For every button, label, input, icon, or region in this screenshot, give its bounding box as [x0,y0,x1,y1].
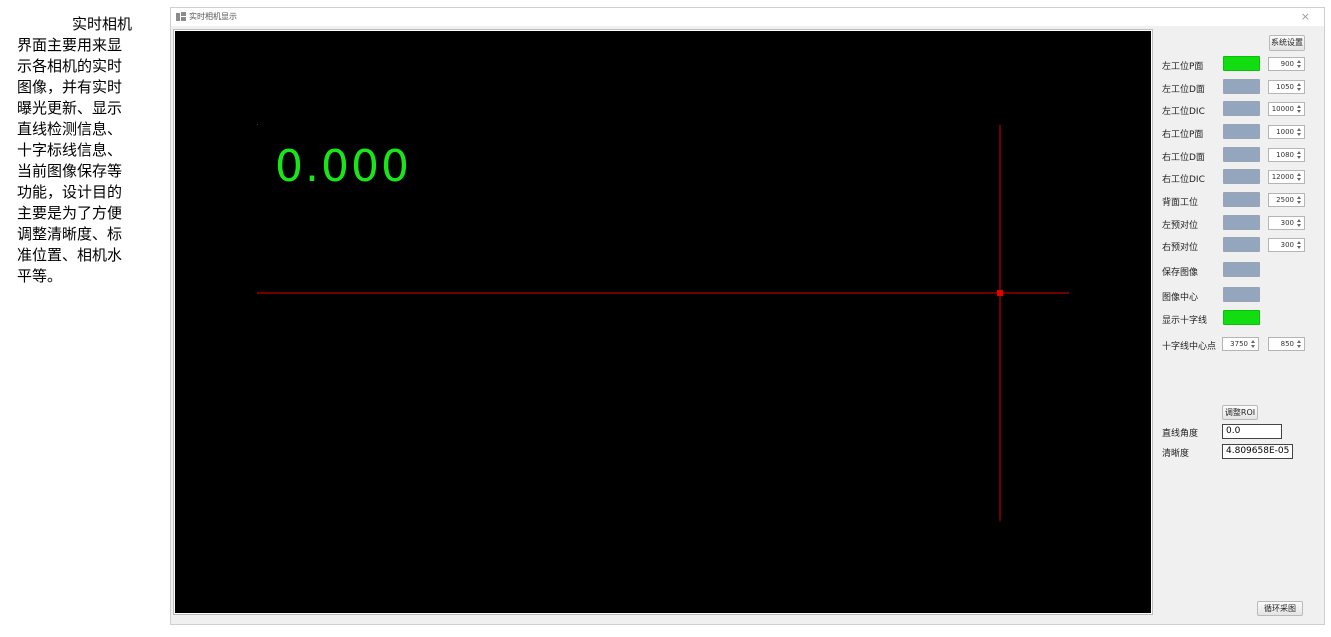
sharpness-field[interactable]: 4.809658E-05 [1222,444,1293,459]
camera-row-label: 右工位D面 [1162,153,1205,163]
camera-window-icon [176,12,186,22]
crosshair-center-label: 十字线中心点 [1162,342,1217,352]
camera-row-left-p: 左工位P面 900 [1162,56,1312,73]
close-icon[interactable]: × [1301,10,1310,23]
camera-row-label: 左工位P面 [1162,62,1204,72]
system-settings-button[interactable]: 系统设置 [1269,35,1305,51]
camera-select-button[interactable] [1223,169,1260,184]
exposure-spinbox[interactable]: 10000 [1268,102,1305,116]
line-angle-field[interactable]: 0.0 [1222,424,1282,439]
exposure-spinbox[interactable]: 12000 [1268,170,1305,184]
camera-row-right-dic: 右工位DIC 12000 [1162,169,1312,186]
camera-row-label: 左预对位 [1162,221,1199,231]
crosshair-center-marker [997,290,1003,296]
camera-row-label: 背面工位 [1162,198,1199,208]
camera-window: 实时相机显示 × 0.000 系统设置 左工位P面 900 左工位D面 1050… [170,7,1325,625]
crosshair-overlay [257,124,1069,521]
sharpness-label: 清晰度 [1162,449,1190,459]
roi-corner-mark [257,124,258,125]
spin-arrows-icon[interactable] [1296,58,1303,70]
camera-row-right-prealign: 右预对位 300 [1162,237,1312,254]
description-text: 实时相机界面主要用来显示各相机的实时图像，并有实时曝光更新、显示直线检测信息、十… [17,15,133,285]
camera-row-right-d: 右工位D面 1080 [1162,147,1312,164]
exposure-spinbox[interactable]: 1000 [1268,125,1305,139]
camera-select-button[interactable] [1223,147,1260,162]
camera-select-button[interactable] [1223,56,1260,71]
image-center-label: 图像中心 [1162,293,1199,303]
camera-row-label: 右工位DIC [1162,175,1205,185]
spin-arrows-icon[interactable] [1296,126,1303,138]
image-center-row: 图像中心 [1162,287,1312,304]
camera-row-label: 左工位DIC [1162,107,1205,117]
crosshair-x-spinbox[interactable]: 3750 [1222,337,1259,351]
save-image-row: 保存图像 [1162,262,1312,279]
camera-row-left-dic: 左工位DIC 10000 [1162,101,1312,118]
exposure-spinbox[interactable]: 1080 [1268,148,1305,162]
camera-select-button[interactable] [1223,124,1260,139]
exposure-spinbox[interactable]: 300 [1268,216,1305,230]
camera-row-label: 右预对位 [1162,243,1199,253]
spin-arrows-icon[interactable] [1296,217,1303,229]
camera-row-right-p: 右工位P面 1000 [1162,124,1312,141]
crosshair-y-spinbox[interactable]: 850 [1268,337,1305,351]
camera-select-button[interactable] [1223,101,1260,116]
line-angle-label: 直线角度 [1162,429,1199,439]
camera-select-button[interactable] [1223,237,1260,252]
camera-row-back: 背面工位 2500 [1162,192,1312,209]
image-center-button[interactable] [1223,287,1260,302]
exposure-spinbox[interactable]: 300 [1268,238,1305,252]
camera-select-button[interactable] [1223,79,1260,94]
measurement-readout: 0.000 [275,141,411,192]
loop-capture-button[interactable]: 循环采图 [1257,601,1303,616]
camera-viewport[interactable]: 0.000 [173,29,1153,615]
window-title: 实时相机显示 [189,12,237,21]
camera-select-button[interactable] [1223,215,1260,230]
spin-arrows-icon[interactable] [1250,338,1257,350]
crosshair-center-row: 十字线中心点 3750 850 [1162,336,1312,353]
title-bar: 实时相机显示 × [171,8,1324,26]
exposure-spinbox[interactable]: 1050 [1268,80,1305,94]
show-crosshair-row: 显示十字线 [1162,310,1312,327]
spin-arrows-icon[interactable] [1296,239,1303,251]
spin-arrows-icon[interactable] [1296,338,1303,350]
camera-row-label: 右工位P面 [1162,130,1204,140]
spin-arrows-icon[interactable] [1296,194,1303,206]
spin-arrows-icon[interactable] [1296,81,1303,93]
camera-row-left-d: 左工位D面 1050 [1162,79,1312,96]
save-image-button[interactable] [1223,262,1260,277]
spin-arrows-icon[interactable] [1296,149,1303,161]
show-crosshair-toggle[interactable] [1223,310,1260,325]
save-image-label: 保存图像 [1162,268,1199,278]
adjust-roi-button[interactable]: 调整ROI [1222,405,1258,420]
camera-select-button[interactable] [1223,192,1260,207]
camera-row-left-prealign: 左预对位 300 [1162,215,1312,232]
exposure-spinbox[interactable]: 900 [1268,57,1305,71]
spin-arrows-icon[interactable] [1296,103,1303,115]
exposure-spinbox[interactable]: 2500 [1268,193,1305,207]
spin-arrows-icon[interactable] [1296,171,1303,183]
show-crosshair-label: 显示十字线 [1162,316,1208,326]
camera-row-label: 左工位D面 [1162,85,1205,95]
